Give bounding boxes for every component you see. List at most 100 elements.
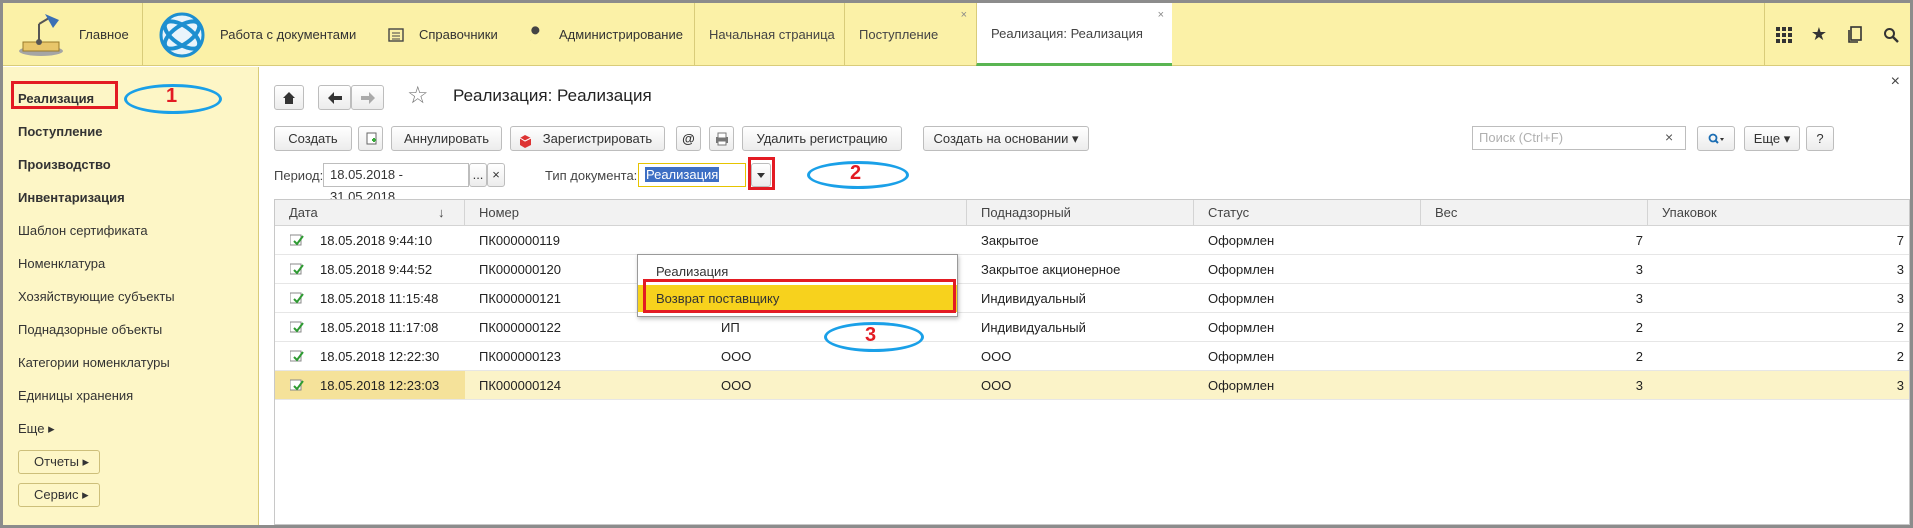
email-at-button[interactable]: @ (676, 126, 701, 151)
document-posted-icon (289, 379, 304, 391)
table-row[interactable]: 18.05.2018 9:44:10 ПК000000119 Закрытое Офо… (275, 226, 1909, 255)
cell-weight: 3 (1635, 262, 1643, 277)
register-button[interactable]: Зарегистрировать (510, 126, 665, 151)
cell-packs: 2 (1896, 349, 1904, 364)
cell-number: ПК000000119 (479, 233, 561, 248)
sidebar-item-supervised[interactable]: Поднадзорные объекты (18, 322, 162, 337)
sidebar-item-more[interactable]: Еще ▸ (18, 421, 55, 437)
sidebar-item-inventory[interactable]: Инвентаризация (18, 190, 125, 205)
cancel-doc-button[interactable]: Аннулировать (391, 126, 502, 151)
table-row[interactable]: 18.05.2018 12:23:03 ПК000000124 ООО ООО Офор… (275, 371, 1909, 400)
cell-packs: 2 (1896, 320, 1904, 335)
home-section[interactable]: Главное (3, 3, 143, 66)
cell-supervised: Закрытое акционерное (981, 262, 1121, 277)
help-button[interactable]: ? (1806, 126, 1834, 151)
sidebar-item-receipt[interactable]: Поступление (18, 124, 103, 139)
nav-references-label: Справочники (419, 27, 498, 42)
cell-date: 18.05.2018 11:17:08 (320, 320, 439, 335)
cell-number: ПК000000122 (479, 320, 561, 335)
search-input[interactable]: Поиск (Ctrl+F) (1472, 126, 1686, 150)
search-clear-icon[interactable]: × (1665, 129, 1673, 145)
column-header-supervised[interactable]: Поднадзорный (967, 200, 1194, 226)
tab-label: Реализация: Реализация (991, 25, 1143, 41)
register-label: Зарегистрировать (542, 131, 653, 146)
annotation-highlight-3 (643, 279, 956, 313)
sidebar-item-categories[interactable]: Категории номенклатуры (18, 355, 170, 370)
table-row[interactable]: 18.05.2018 11:15:48ПК000000121ИПИндивиду… (275, 284, 1909, 313)
cell-date: 18.05.2018 12:23:03 (320, 378, 440, 393)
home-button[interactable] (274, 85, 304, 110)
cell-weight: 2 (1635, 349, 1643, 364)
nav-docs[interactable]: Работа с документами (144, 3, 374, 66)
nav-admin[interactable]: Администрирование (527, 3, 683, 66)
cell-status: Оформлен (1208, 378, 1275, 393)
table-row[interactable]: 18.05.2018 9:44:52ПК000000120ЗакрытоЗакр… (275, 255, 1909, 284)
delete-registration-button[interactable]: Удалить регистрацию (742, 126, 902, 151)
window-close-icon[interactable]: × (1891, 73, 1900, 91)
cell-packs: 3 (1896, 291, 1904, 306)
period-select-button[interactable]: ... (469, 163, 487, 187)
document-posted-icon (289, 263, 304, 275)
period-clear-button[interactable]: × (487, 163, 505, 187)
annotation-highlight-1 (11, 81, 118, 109)
cell-packs: 7 (1896, 233, 1904, 248)
cell-weight: 2 (1635, 320, 1643, 335)
sidebar-item-units[interactable]: Единицы хранения (18, 388, 133, 403)
back-arrow-icon[interactable] (318, 85, 351, 110)
favorites-star-icon[interactable]: ★ (1800, 3, 1838, 66)
nav-references[interactable]: Справочники (387, 3, 498, 66)
tab-receipt[interactable]: Поступление × (844, 3, 975, 66)
tab-close-icon[interactable]: × (961, 9, 967, 21)
document-posted-icon (289, 350, 304, 362)
more-button[interactable]: Еще ▾ (1744, 126, 1800, 151)
home-lamp-icon (15, 12, 67, 58)
sidebar: Реализация Поступление Производство Инве… (3, 67, 259, 525)
table-row[interactable]: 18.05.2018 11:17:08 ПК000000122 ИП Индивиду… (275, 313, 1909, 342)
apps-grid-icon[interactable] (1764, 3, 1802, 66)
doctype-label: Тип документа: (545, 168, 638, 183)
history-icon[interactable] (1836, 3, 1874, 66)
service-button[interactable]: Сервис ▸ (18, 483, 100, 507)
create-button[interactable]: Создать (274, 126, 352, 151)
sidebar-item-nomenclature[interactable]: Номенклатура (18, 256, 105, 271)
column-header-number[interactable]: Номер (465, 200, 967, 226)
sidebar-item-entities[interactable]: Хозяйствующие субъекты (18, 289, 175, 304)
column-header-date[interactable]: Дата ↓ (275, 200, 465, 226)
tab-start-page[interactable]: Начальная страница (694, 3, 843, 66)
wrench-icon (527, 25, 545, 44)
print-icon[interactable] (709, 126, 734, 151)
period-input[interactable]: 18.05.2018 - 31.05.2018 (323, 163, 469, 204)
cell-status: Оформлен (1208, 262, 1275, 277)
search-options-button[interactable] (1697, 126, 1735, 151)
cell-packs: 3 (1896, 262, 1904, 277)
search-icon[interactable] (1872, 3, 1910, 66)
sidebar-item-production[interactable]: Производство (18, 157, 111, 172)
cell-weight: 3 (1635, 291, 1643, 306)
sidebar-item-cert-template[interactable]: Шаблон сертификата (18, 223, 148, 238)
document-posted-icon (289, 292, 304, 304)
column-header-weight[interactable]: Вес (1421, 200, 1648, 226)
annotation-number-3: 3 (865, 324, 877, 346)
create-based-on-button[interactable]: Создать на основании ▾ (923, 126, 1089, 151)
doctype-value: Реализация (645, 167, 720, 182)
documents-orbit-icon (159, 12, 205, 57)
annotation-highlight-2 (748, 157, 775, 190)
cell-supervised: ООО (981, 378, 1012, 393)
doctype-select[interactable]: Реализация (638, 163, 746, 187)
cell-weight: 7 (1635, 233, 1643, 248)
cell-status: Оформлен (1208, 320, 1275, 335)
column-header-status[interactable]: Статус (1194, 200, 1421, 226)
reports-button[interactable]: Отчеты ▸ (18, 450, 101, 474)
cell-owner: ООО (721, 378, 752, 393)
tab-sales-active[interactable]: Реализация: Реализация × (976, 3, 1172, 66)
copy-icon[interactable] (358, 126, 383, 151)
list-icon (387, 26, 405, 44)
cell-date: 18.05.2018 11:15:48 (320, 291, 439, 306)
document-posted-icon (289, 234, 304, 246)
table-row[interactable]: 18.05.2018 12:22:30 ПК000000123 ООО ООО Офор… (275, 342, 1909, 371)
column-header-packs[interactable]: Упаковок (1648, 200, 1910, 226)
forward-arrow-icon[interactable] (351, 85, 384, 110)
favorite-star-icon[interactable]: ☆ (407, 81, 429, 110)
period-label: Период: (274, 168, 324, 183)
tab-close-icon[interactable]: × (1158, 9, 1164, 21)
